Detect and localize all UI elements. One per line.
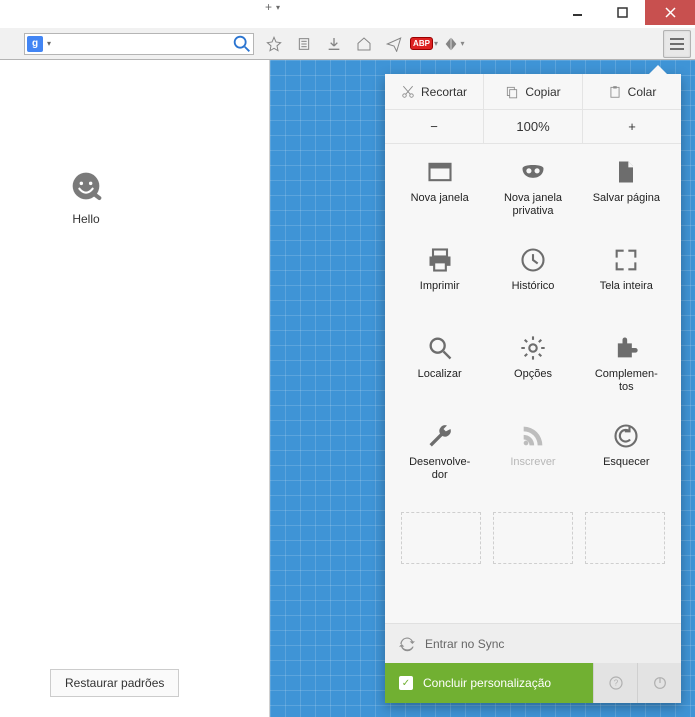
forget-button[interactable]: Esquecer <box>582 414 671 498</box>
paste-button[interactable]: Colar <box>583 74 681 109</box>
item-label: Opções <box>512 368 554 381</box>
tab-dropdown-icon[interactable]: ▾ <box>276 3 280 12</box>
options-button[interactable]: Opções <box>488 326 577 410</box>
abp-icon[interactable]: ABP▾ <box>410 30 438 58</box>
mask-icon <box>519 158 547 186</box>
gear-icon <box>519 334 547 362</box>
customize-canvas: Recortar Copiar Colar − 100% + <box>270 60 695 717</box>
empty-slot[interactable] <box>493 512 573 564</box>
cut-icon <box>401 85 415 99</box>
zoom-out-button[interactable]: − <box>385 110 484 143</box>
find-button[interactable]: Localizar <box>395 326 484 410</box>
cut-label: Recortar <box>421 85 467 99</box>
main-toolbar: g ▾ ABP▾ ▾ <box>0 28 695 60</box>
fullscreen-icon <box>612 246 640 274</box>
new-window-button[interactable]: Nova janela <box>395 150 484 234</box>
send-icon[interactable] <box>380 30 408 58</box>
zoom-level[interactable]: 100% <box>484 110 583 143</box>
hello-icon <box>70 170 102 202</box>
hello-label: Hello <box>70 212 102 226</box>
cut-button[interactable]: Recortar <box>385 74 484 109</box>
item-label: Imprimir <box>418 280 462 293</box>
copy-button[interactable]: Copiar <box>484 74 583 109</box>
paste-icon <box>608 85 622 99</box>
print-icon <box>426 246 454 274</box>
puzzle-icon <box>612 334 640 362</box>
done-label: Concluir personalização <box>423 676 551 690</box>
restore-defaults-button[interactable]: Restaurar padrões <box>50 669 179 697</box>
empty-slot[interactable] <box>585 512 665 564</box>
search-go-icon[interactable] <box>231 34 253 54</box>
home-icon[interactable] <box>350 30 378 58</box>
item-label: Nova janela privativa <box>488 192 577 218</box>
downloads-icon[interactable] <box>320 30 348 58</box>
check-icon: ✓ <box>399 676 413 690</box>
addons-button[interactable]: Complemen- tos <box>582 326 671 410</box>
file-icon <box>612 158 640 186</box>
menu-button[interactable] <box>663 30 691 58</box>
item-label: Tela inteira <box>598 280 655 293</box>
help-button[interactable]: ? <box>593 663 637 703</box>
bookmark-star-icon[interactable] <box>260 30 288 58</box>
window-close[interactable] <box>645 0 695 25</box>
window-icon <box>426 158 454 186</box>
menu-panel: Recortar Copiar Colar − 100% + <box>385 74 681 703</box>
rss-icon <box>519 422 547 450</box>
svg-text:?: ? <box>613 679 618 688</box>
copy-label: Copiar <box>525 85 560 99</box>
item-label: Nova janela <box>409 192 471 205</box>
quit-button[interactable] <box>637 663 681 703</box>
item-label: Complemen- tos <box>593 368 660 394</box>
wrench-icon <box>426 422 454 450</box>
developer-button[interactable]: Desenvolve- dor <box>395 414 484 498</box>
paste-label: Colar <box>628 85 657 99</box>
history-icon <box>519 246 547 274</box>
hello-tool[interactable]: Hello <box>70 170 102 226</box>
forget-icon <box>612 422 640 450</box>
empty-slot[interactable] <box>401 512 481 564</box>
search-engine-icon[interactable]: g <box>27 36 43 52</box>
sync-label: Entrar no Sync <box>425 637 504 651</box>
print-button[interactable]: Imprimir <box>395 238 484 322</box>
search-input[interactable] <box>51 37 231 51</box>
item-label: Histórico <box>510 280 557 293</box>
item-label: Localizar <box>416 368 464 381</box>
item-label: Inscrever <box>508 456 557 469</box>
history-button[interactable]: Histórico <box>488 238 577 322</box>
private-window-button[interactable]: Nova janela privativa <box>488 150 577 234</box>
window-minimize[interactable] <box>555 0 600 25</box>
zoom-in-button[interactable]: + <box>583 110 681 143</box>
copy-icon <box>505 85 519 99</box>
subscribe-button[interactable]: Inscrever <box>488 414 577 498</box>
item-label: Salvar página <box>591 192 662 205</box>
new-tab-button[interactable]: + <box>265 0 272 14</box>
window-maximize[interactable] <box>600 0 645 25</box>
search-icon <box>426 334 454 362</box>
exit-customize-button[interactable]: ✓ Concluir personalização <box>385 663 593 703</box>
customize-palette: Hello Restaurar padrões <box>0 60 270 717</box>
reading-list-icon[interactable] <box>290 30 318 58</box>
save-page-button[interactable]: Salvar página <box>582 150 671 234</box>
fullscreen-button[interactable]: Tela inteira <box>582 238 671 322</box>
sync-icon <box>399 636 415 652</box>
sync-signin-button[interactable]: Entrar no Sync <box>385 623 681 663</box>
search-box[interactable]: g ▾ <box>24 33 254 55</box>
notifications-icon[interactable]: ▾ <box>440 30 468 58</box>
item-label: Desenvolve- dor <box>407 456 472 482</box>
item-label: Esquecer <box>601 456 651 469</box>
